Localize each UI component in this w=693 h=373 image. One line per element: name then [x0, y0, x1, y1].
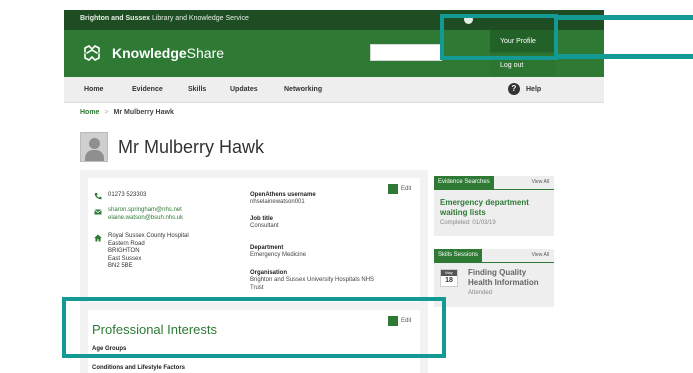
email-link-2[interactable]: elaine.watson@bsuh.nhs.uk: [108, 215, 183, 221]
date-badge: May 18: [440, 269, 458, 287]
profile-header: Mr Mulberry Hawk: [80, 132, 380, 164]
help-icon: ?: [508, 83, 520, 95]
field-job-title: Job title Consultant: [250, 215, 279, 231]
phone-number: 01273 523303: [108, 192, 147, 198]
brand-logo-text[interactable]: KnowledgeShare: [112, 45, 224, 61]
field-value: Brighton and Sussex University Hospitals…: [250, 277, 375, 283]
email-icon: [94, 209, 102, 215]
phone-icon: [94, 193, 102, 200]
avatar: [80, 132, 108, 162]
nav-updates[interactable]: Updates: [230, 86, 258, 93]
field-organisation: Organisation Brighton and Sussex Univers…: [250, 269, 374, 292]
evidence-search-title[interactable]: Emergency department waiting lists: [440, 198, 550, 218]
skills-session-meta: Attended: [468, 290, 493, 296]
field-value: nhselainewatson001: [250, 199, 305, 205]
brand-bold: Knowledge: [112, 45, 187, 61]
breadcrumb: Home > Mr Mulberry Hawk: [80, 109, 174, 116]
date-month: May: [441, 270, 457, 276]
breadcrumb-home[interactable]: Home: [80, 109, 99, 116]
nav-evidence[interactable]: Evidence: [132, 86, 163, 93]
tab-skills-sessions[interactable]: Skills Sessions: [434, 249, 483, 262]
highlight-box-profile: [440, 14, 558, 60]
field-openathens: OpenAthens username nhselainewatson001: [250, 191, 316, 207]
view-all-link[interactable]: View All: [532, 179, 549, 185]
address-line-4: East Sussex: [108, 255, 142, 262]
field-department: Department Emergency Medicine: [250, 244, 306, 260]
main-nav: Home Evidence Skills Updates Networking …: [64, 77, 604, 103]
date-day: 18: [445, 277, 453, 284]
view-all-link[interactable]: View All: [532, 252, 549, 258]
highlight-line-top: [556, 15, 693, 20]
address-line-2: Eastern Road: [108, 240, 145, 247]
page-title: Mr Mulberry Hawk: [118, 137, 265, 157]
logo-icon: [84, 45, 100, 61]
evidence-searches-panel: Evidence Searches View All Emergency dep…: [434, 176, 554, 236]
highlight-box-interests: [62, 297, 446, 358]
address-line-5: BN2 5BE: [108, 263, 133, 269]
contact-details-card: Edit 01273 523303 sharon.springham@nhs.n…: [88, 178, 420, 302]
home-icon: [94, 234, 102, 242]
nav-home[interactable]: Home: [84, 86, 103, 93]
address-line-1: Royal Sussex County Hospital: [108, 233, 189, 239]
skills-sessions-panel: Skills Sessions View All May 18 Finding …: [434, 249, 554, 307]
org-name: Brighton and Sussex Library and Knowledg…: [80, 15, 249, 22]
breadcrumb-separator: >: [104, 109, 109, 116]
brand-rest: Share: [186, 45, 225, 61]
evidence-search-meta: Completed: 01/03/19: [440, 220, 496, 226]
nav-networking[interactable]: Networking: [284, 86, 322, 93]
field-value-cont: Trust: [250, 284, 264, 291]
org-name-rest: Library and Knowledge Service: [150, 15, 249, 22]
highlight-line-bottom: [556, 54, 693, 59]
tab-evidence-searches[interactable]: Evidence Searches: [434, 176, 494, 189]
address-line-3: BRIGHTON: [108, 248, 140, 254]
field-label: Job title: [250, 216, 274, 222]
search-input[interactable]: [370, 44, 442, 61]
skills-session-title[interactable]: Finding Quality Health Information: [468, 268, 552, 288]
divider: [434, 262, 554, 263]
breadcrumb-current: Mr Mulberry Hawk: [113, 109, 174, 116]
edit-icon: [388, 184, 398, 194]
edit-label: Edit: [401, 186, 412, 192]
field-label: Department: [250, 245, 284, 251]
divider: [434, 189, 554, 190]
field-label: OpenAthens username: [250, 192, 316, 198]
org-name-bold: Brighton and Sussex: [80, 15, 151, 22]
field-label: Organisation: [250, 270, 288, 276]
subheading-conditions: Conditions and Lifestyle Factors: [92, 365, 186, 371]
email-link-1[interactable]: sharon.springham@nhs.net: [108, 207, 182, 213]
field-value: Emergency Medicine: [250, 252, 307, 258]
nav-skills[interactable]: Skills: [188, 86, 206, 93]
help-label: Help: [526, 86, 542, 93]
field-value: Consultant: [250, 223, 279, 229]
